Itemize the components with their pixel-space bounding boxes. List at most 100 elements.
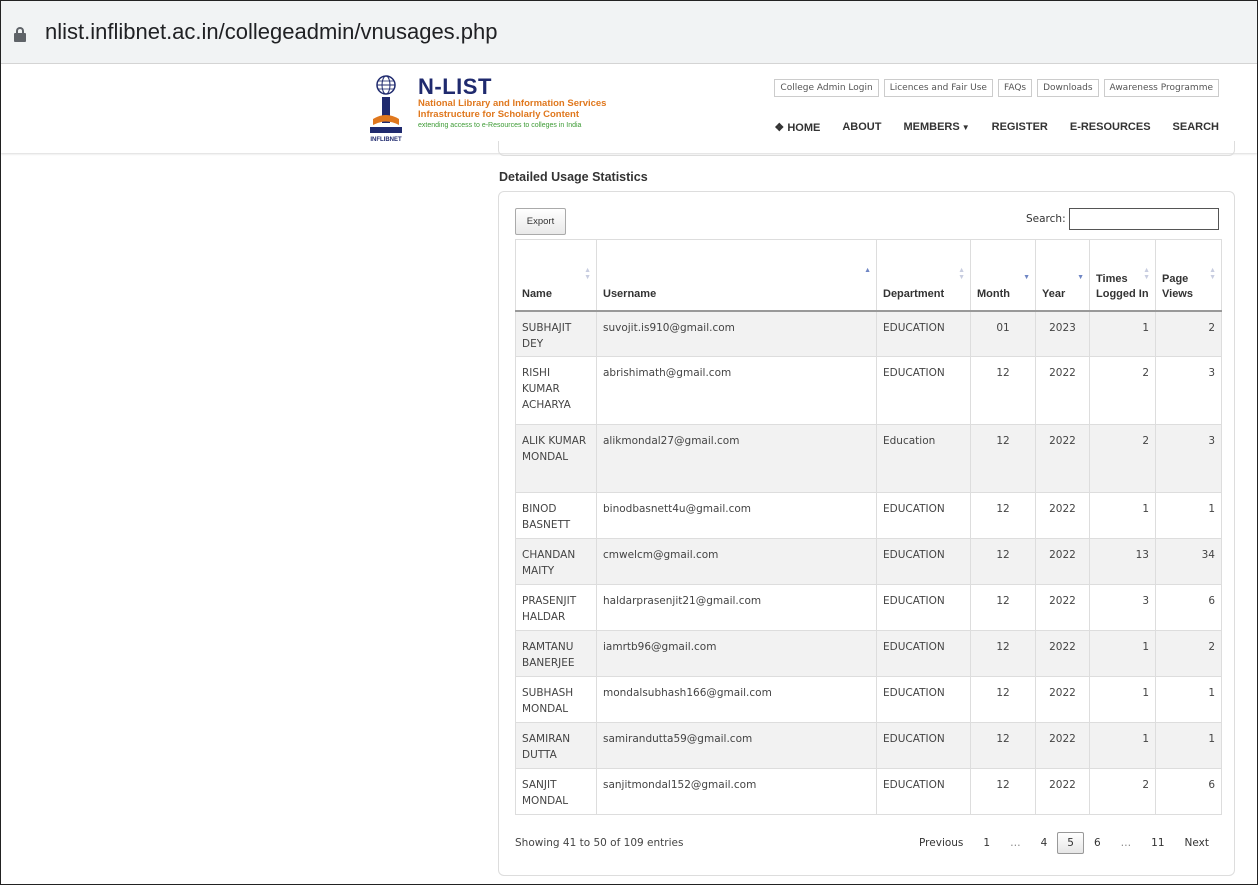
cell-username: cmwelcm@gmail.com xyxy=(596,538,877,585)
cell-year: 2022 xyxy=(1035,768,1090,815)
nav-home-label: HOME xyxy=(787,122,821,134)
nav-register[interactable]: REGISTER xyxy=(992,121,1048,134)
faqs-link[interactable]: FAQs xyxy=(997,79,1033,97)
main-nav: ❖ HOME ABOUT MEMBERS ▼ REGISTER E-RESOURC… xyxy=(752,121,1219,134)
inflibnet-logo-icon[interactable]: INFLIBNET xyxy=(367,75,405,143)
cell-page-views: 2 xyxy=(1155,310,1222,357)
cell-year: 2022 xyxy=(1035,356,1090,425)
pagination-next[interactable]: Next xyxy=(1175,832,1219,854)
cell-times-logged-in: 2 xyxy=(1089,424,1156,493)
cell-name: SAMIRAN DUTTA xyxy=(515,722,597,769)
table-row: SAMIRAN DUTTA samirandutta59@gmail.com EDU… xyxy=(515,722,1222,769)
cell-page-views: 3 xyxy=(1155,356,1222,425)
cell-department: EDUCATION xyxy=(876,768,971,815)
cell-year: 2022 xyxy=(1035,492,1090,539)
cell-month: 12 xyxy=(970,584,1036,631)
cell-name: SUBHASH MONDAL xyxy=(515,676,597,723)
nav-members-label: MEMBERS xyxy=(903,121,960,133)
nav-search[interactable]: SEARCH xyxy=(1173,121,1219,134)
col-header-name[interactable]: Name ▲ ▼ xyxy=(515,239,597,312)
pagination-page-5-current[interactable]: 5 xyxy=(1057,832,1084,854)
home-icon: ❖ xyxy=(774,122,785,134)
cell-times-logged-in: 1 xyxy=(1089,492,1156,539)
cell-name: ALIK KUMAR MONDAL xyxy=(515,424,597,493)
browser-address-bar[interactable]: nlist.inflibnet.ac.in/collegeadmin/vnusa… xyxy=(1,1,1257,64)
search-input[interactable] xyxy=(1069,208,1219,230)
sort-asc-icon: ▲ xyxy=(864,267,871,274)
cell-month: 12 xyxy=(970,722,1036,769)
nav-home[interactable]: ❖ HOME xyxy=(774,121,820,134)
sort-desc-icon: ▼ xyxy=(1023,274,1030,281)
cell-month: 01 xyxy=(970,310,1036,357)
col-header-page-views[interactable]: Page Views ▲ ▼ xyxy=(1155,239,1222,312)
college-admin-login-link[interactable]: College Admin Login xyxy=(774,79,879,97)
site-header: INFLIBNET N-LIST National Library and In… xyxy=(1,64,1257,153)
cell-page-views: 6 xyxy=(1155,768,1222,815)
nav-about[interactable]: ABOUT xyxy=(842,121,881,134)
pagination: Previous 1 … 4 5 6 … 11 Next xyxy=(909,832,1219,854)
cell-name: SANJIT MONDAL xyxy=(515,768,597,815)
export-button[interactable]: Export xyxy=(515,208,566,235)
logo-org-label: INFLIBNET xyxy=(370,137,402,143)
pagination-page-4[interactable]: 4 xyxy=(1031,832,1058,854)
col-header-times-logged-in[interactable]: Times Logged In ▲ ▼ xyxy=(1089,239,1156,312)
pagination-page-6[interactable]: 6 xyxy=(1084,832,1111,854)
col-header-month[interactable]: Month ▼ xyxy=(970,239,1036,312)
cell-year: 2022 xyxy=(1035,630,1090,677)
cell-page-views: 34 xyxy=(1155,538,1222,585)
sort-icon: ▲ ▼ xyxy=(1143,267,1150,281)
cell-year: 2022 xyxy=(1035,538,1090,585)
awareness-programme-link[interactable]: Awareness Programme xyxy=(1103,79,1219,97)
table-row: PRASENJIT HALDAR haldarprasenjit21@gmail.… xyxy=(515,584,1222,631)
logo-tagline-1: National Library and Information Service… xyxy=(418,98,607,109)
url-text[interactable]: nlist.inflibnet.ac.in/collegeadmin/vnusa… xyxy=(45,19,498,45)
pagination-previous[interactable]: Previous xyxy=(909,832,973,854)
licences-link[interactable]: Licences and Fair Use xyxy=(883,79,993,97)
cell-times-logged-in: 2 xyxy=(1089,356,1156,425)
sort-icon: ▲ ▼ xyxy=(1209,267,1216,281)
cell-year: 2022 xyxy=(1035,584,1090,631)
cell-page-views: 1 xyxy=(1155,676,1222,723)
cell-department: EDUCATION xyxy=(876,310,971,357)
pagination-ellipsis: … xyxy=(1010,837,1021,849)
cell-times-logged-in: 13 xyxy=(1089,538,1156,585)
col-header-year[interactable]: Year ▼ xyxy=(1035,239,1090,312)
pagination-page-1[interactable]: 1 xyxy=(973,832,1000,854)
col-header-username[interactable]: Username ▲ xyxy=(596,239,877,312)
cell-times-logged-in: 1 xyxy=(1089,630,1156,677)
cell-username: mondalsubhash166@gmail.com xyxy=(596,676,877,723)
lock-icon xyxy=(14,27,26,42)
downloads-link[interactable]: Downloads xyxy=(1037,79,1099,97)
sort-icon: ▲ ▼ xyxy=(584,267,591,281)
cell-month: 12 xyxy=(970,356,1036,425)
sort-icon: ▲ ▼ xyxy=(958,267,965,281)
cell-year: 2023 xyxy=(1035,310,1090,357)
cell-month: 12 xyxy=(970,424,1036,493)
cell-name: BINOD BASNETT xyxy=(515,492,597,539)
cell-times-logged-in: 1 xyxy=(1089,676,1156,723)
cell-username: iamrtb96@gmail.com xyxy=(596,630,877,677)
nav-eresources[interactable]: E-RESOURCES xyxy=(1070,121,1151,134)
col-header-department[interactable]: Department ▲ ▼ xyxy=(876,239,971,312)
table-row: BINOD BASNETT binodbasnett4u@gmail.com EDU… xyxy=(515,492,1222,539)
pagination-page-11[interactable]: 11 xyxy=(1141,832,1174,854)
logo-title: N-LIST xyxy=(418,74,492,99)
table-header-row: Name ▲ ▼ Username ▲ Department ▲ ▼ Month ▼ Yea… xyxy=(515,239,1222,312)
cell-username: sanjitmondal152@gmail.com xyxy=(596,768,877,815)
table-row: SUBHASH MONDAL mondalsubhash166@gmail.com… xyxy=(515,676,1222,723)
cell-department: Education xyxy=(876,424,971,493)
cell-times-logged-in: 2 xyxy=(1089,768,1156,815)
cell-username: haldarprasenjit21@gmail.com xyxy=(596,584,877,631)
sort-desc-icon: ▼ xyxy=(1077,274,1084,281)
cell-page-views: 1 xyxy=(1155,492,1222,539)
cell-name: RAMTANU BANERJEE xyxy=(515,630,597,677)
cell-times-logged-in: 1 xyxy=(1089,310,1156,357)
cell-month: 12 xyxy=(970,630,1036,677)
cell-month: 12 xyxy=(970,492,1036,539)
cell-page-views: 1 xyxy=(1155,722,1222,769)
cell-times-logged-in: 3 xyxy=(1089,584,1156,631)
table-row: SANJIT MONDAL sanjitmondal152@gmail.com ED… xyxy=(515,768,1222,815)
nav-members[interactable]: MEMBERS ▼ xyxy=(903,121,969,134)
pagination-ellipsis: … xyxy=(1120,837,1132,849)
site-logo[interactable]: N-LIST National Library and Information … xyxy=(418,76,606,132)
